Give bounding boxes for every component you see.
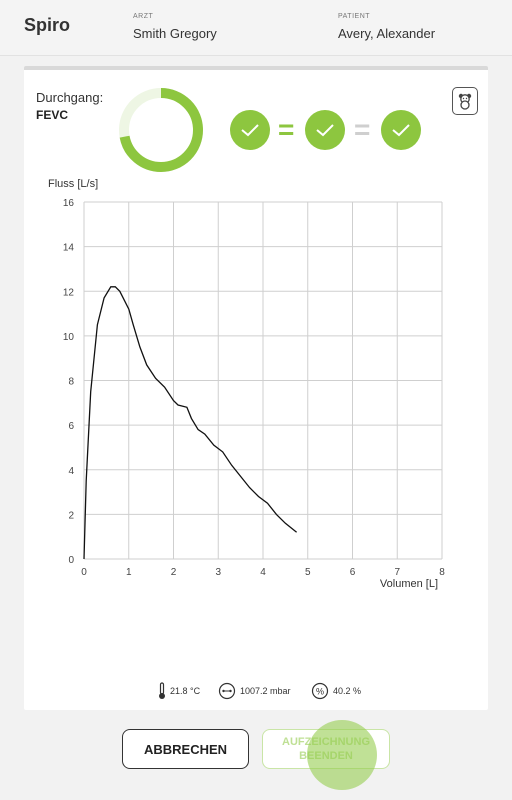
flow-volume-curve	[83, 286, 298, 560]
y-tick-label: 12	[63, 287, 75, 298]
temperature-readout: 21.8 °C	[158, 682, 200, 700]
doctor-label: ARZT	[133, 13, 154, 20]
x-tick-label: 3	[215, 567, 221, 578]
x-tick-label: 8	[439, 567, 445, 578]
x-axis-label: Volumen [L]	[380, 578, 438, 590]
y-tick-label: 0	[68, 555, 74, 566]
y-tick-label: 4	[68, 466, 74, 477]
x-tick-label: 7	[394, 567, 400, 578]
x-tick-label: 5	[305, 567, 311, 578]
x-tick-label: 4	[260, 567, 266, 578]
temperature-value: 21.8 °C	[170, 686, 201, 696]
app-header: Spiro ARZT Smith Gregory PATIENT Avery, …	[0, 0, 512, 56]
svg-text:%: %	[316, 687, 324, 697]
app-title: Spiro	[24, 15, 71, 35]
humidity-value: 40.2 %	[333, 686, 362, 696]
y-axis-label: Fluss [L/s]	[48, 178, 98, 190]
humidity-icon: %	[311, 682, 329, 700]
doctor-name: Smith Gregory	[133, 26, 217, 41]
thermometer-icon	[159, 682, 165, 699]
pressure-icon	[218, 682, 236, 700]
end-recording-button[interactable]: AUFZEICHNUNG BEENDEN	[262, 729, 390, 769]
chart-ticks: 0 1 2 3 4 5 6 7 80246810121416	[63, 198, 445, 578]
patient-label: PATIENT	[338, 13, 371, 20]
patient-name: Avery, Alexander	[338, 26, 436, 41]
chart-grid	[83, 201, 443, 560]
y-tick-label: 6	[68, 421, 74, 432]
y-tick-label: 16	[63, 198, 75, 209]
x-tick-label: 2	[171, 567, 177, 578]
y-tick-label: 8	[68, 377, 74, 388]
x-tick-label: 6	[350, 567, 356, 578]
pressure-value: 1007.2 mbar	[240, 686, 291, 696]
x-tick-label: 0	[81, 567, 87, 578]
x-tick-label: 1	[126, 567, 132, 578]
y-tick-label: 2	[68, 510, 74, 521]
y-tick-label: 10	[63, 332, 75, 343]
cancel-button[interactable]: ABBRECHEN	[122, 729, 249, 769]
flow-volume-chart: 0 1 2 3 4 5 6 7 80246810121416 Fluss [L/s] Volum…	[48, 178, 445, 590]
y-tick-label: 14	[63, 243, 75, 254]
humidity-readout: % 40.2 %	[311, 682, 361, 700]
pressure-readout: 1007.2 mbar	[218, 682, 291, 700]
measurement-card: Durchgang: FEVC = = 0 1 2 3 4 5 6 7 8 0 2 4 6 8 10 12 14…	[24, 66, 488, 710]
